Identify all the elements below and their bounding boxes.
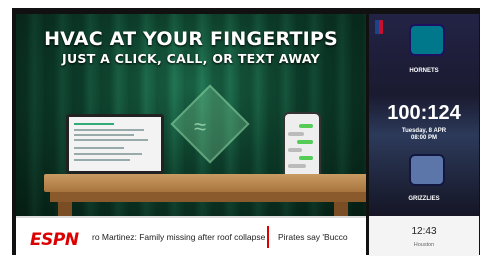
- desk: [44, 174, 366, 192]
- nba-logo-icon: [375, 20, 383, 34]
- hornets-logo-icon: [409, 24, 445, 56]
- game-date-time: Tuesday, 8 APR 08:00 PM: [369, 128, 479, 142]
- laptop-icon: [66, 114, 164, 174]
- phone-icon: [283, 112, 321, 182]
- away-team-name: GRIZZLIES: [408, 196, 440, 202]
- ad-subheadline: JUST A CLICK, CALL, OR TEXT AWAY: [62, 51, 320, 66]
- news-ticker: ESPN ro Martinez: Family missing after r…: [16, 216, 366, 258]
- ticker-story: Pirates say 'Bucco: [278, 232, 348, 242]
- grizzlies-logo-icon: [409, 154, 445, 186]
- desk-leg: [58, 202, 72, 216]
- clock-panel: 12:43 Houston: [369, 216, 479, 256]
- home-team-name: HORNETS: [409, 68, 439, 74]
- game-date: Tuesday, 8 APR: [401, 128, 447, 134]
- desk-leg: [334, 202, 348, 216]
- ticker-separator: [267, 226, 269, 248]
- ad-headline: HVAC AT YOUR FINGERTIPS: [44, 28, 338, 50]
- nba-score-panel: HORNETS 100:124 Tuesday, 8 APR 08:00 PM …: [369, 14, 479, 216]
- hvac-ad-panel: HVAC AT YOUR FINGERTIPS JUST A CLICK, CA…: [16, 14, 366, 216]
- wave-icon: ≈: [194, 114, 207, 139]
- game-time: 08:00 PM: [410, 135, 437, 141]
- espn-logo: ESPN: [30, 230, 79, 250]
- ticker-story: ro Martinez: Family missing after roof c…: [92, 232, 266, 242]
- clock-location: Houston: [413, 242, 435, 248]
- desk-front: [50, 192, 366, 202]
- game-score: 100:124: [387, 102, 461, 124]
- clock-time: 12:43: [411, 226, 437, 237]
